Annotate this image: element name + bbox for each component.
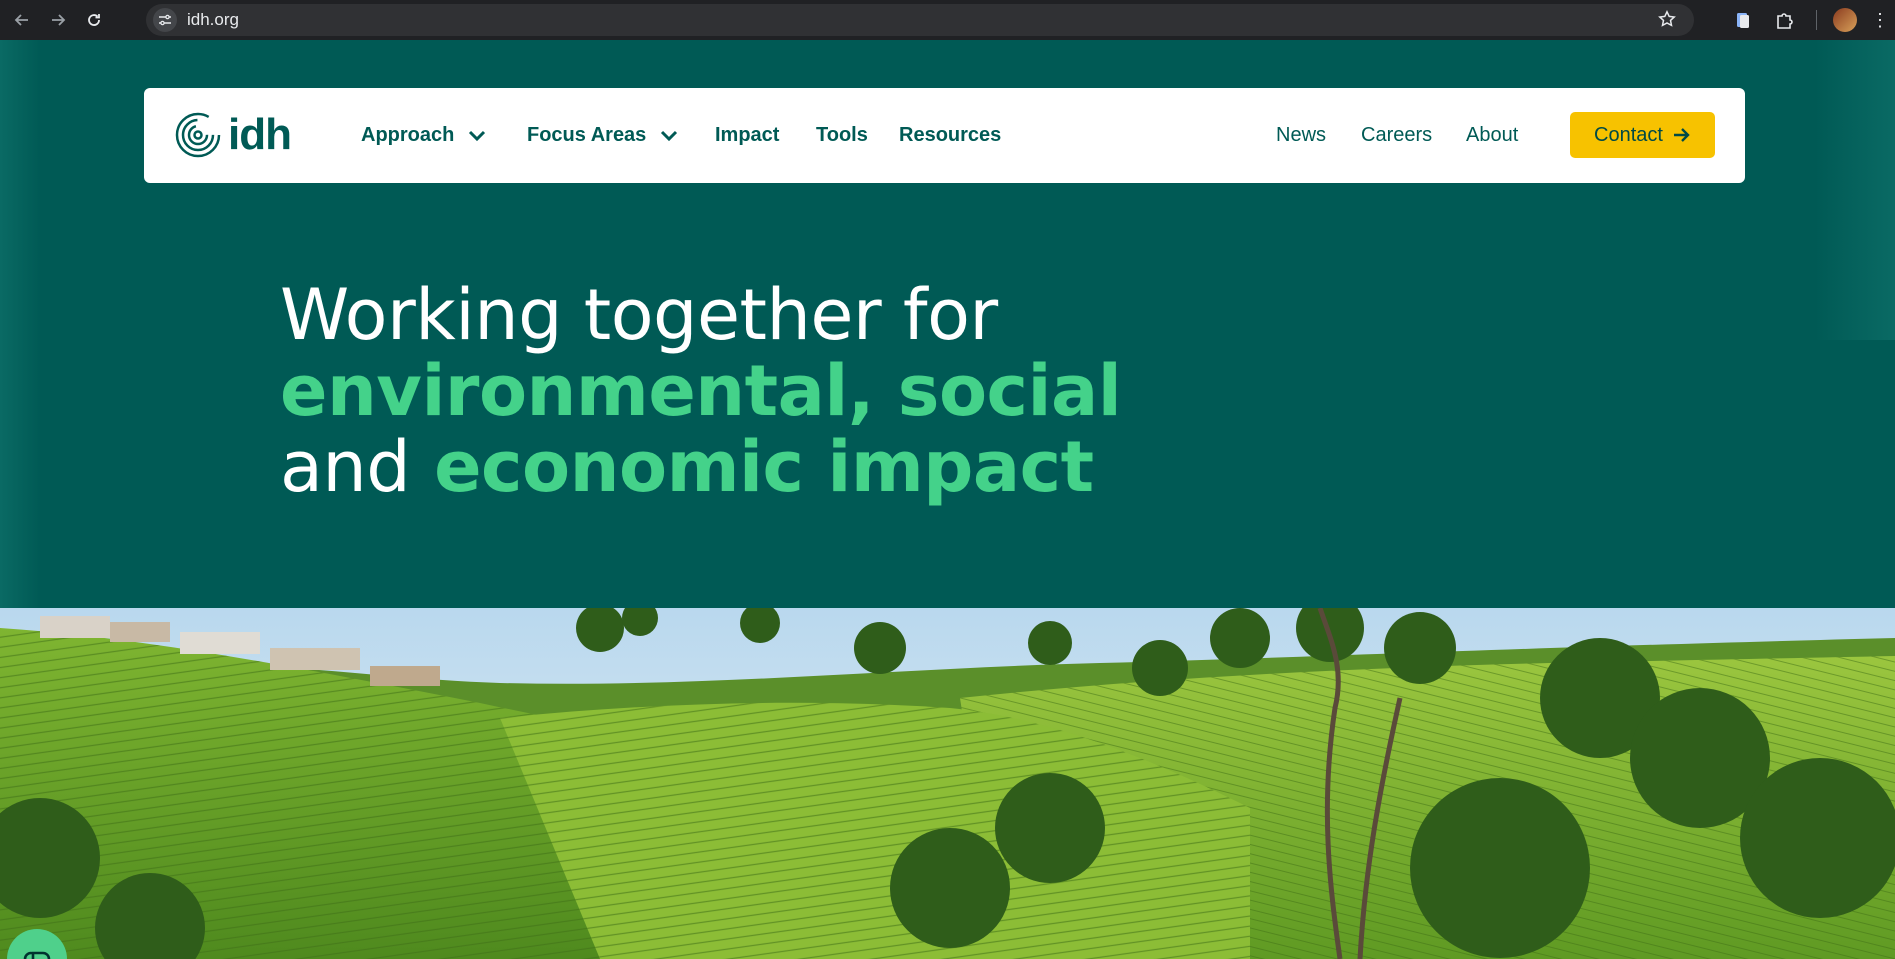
url-text[interactable]: idh.org [187, 10, 239, 30]
contact-label: Contact [1594, 123, 1663, 146]
toolbar-divider [1816, 10, 1817, 30]
nav-item-label: Resources [899, 124, 1002, 146]
back-button[interactable] [8, 6, 36, 34]
reload-icon [88, 14, 100, 26]
address-bar[interactable]: idh.org [146, 4, 1694, 36]
site-info-icon[interactable] [153, 8, 177, 32]
nav-link-about[interactable]: About [1466, 124, 1518, 147]
forward-button[interactable] [44, 6, 72, 34]
extensions-area: ⋮ [1732, 0, 1895, 40]
menu-dots-icon[interactable]: ⋮ [1871, 10, 1889, 31]
nav-item-resources[interactable]: Resources [899, 124, 1001, 147]
hero-line-2: environmental, social [280, 350, 1122, 432]
nav-item-label: Focus Areas [527, 124, 647, 146]
nav-item-focus-areas[interactable]: Focus Areas [527, 124, 678, 147]
nav-link-news[interactable]: News [1276, 124, 1326, 147]
logo-text: idh [228, 110, 292, 159]
nav-item-approach[interactable]: Approach [361, 124, 486, 147]
chevron-down-icon [469, 130, 486, 141]
hero-landscape-image [0, 608, 1895, 959]
idh-logo[interactable]: idh [174, 110, 292, 160]
contact-button[interactable]: Contact [1570, 112, 1715, 158]
chevron-down-icon [661, 130, 678, 141]
nav-item-impact[interactable]: Impact [715, 124, 779, 147]
arrow-right-icon [52, 14, 66, 26]
arrow-left-icon [14, 14, 28, 26]
nav-item-label: Approach [361, 124, 455, 146]
puzzle-icon[interactable] [1774, 9, 1796, 31]
browser-toolbar: idh.org ⋮ [0, 0, 1895, 40]
nav-item-label: Impact [715, 124, 780, 146]
page-content: idh Approach Focus Areas Impact Tools Re… [0, 40, 1895, 959]
nav-item-tools[interactable]: Tools [816, 124, 868, 147]
hero-heading: Working together for environmental, soci… [280, 277, 1180, 505]
arrow-right-icon [1673, 128, 1690, 142]
background-texture [0, 40, 40, 610]
background-texture-right [1815, 40, 1895, 340]
hero-line-3-plain: and [280, 426, 411, 508]
hero-line-1: Working together for [280, 274, 998, 356]
chat-loop-icon [23, 951, 51, 959]
star-icon[interactable] [1658, 10, 1676, 33]
profile-avatar[interactable] [1833, 8, 1857, 32]
nav-link-careers[interactable]: Careers [1361, 124, 1432, 147]
extension-files-icon[interactable] [1732, 9, 1754, 31]
hero-line-3: and economic impact [280, 429, 1180, 505]
reload-button[interactable] [80, 6, 108, 34]
hero-line-3-accent: economic impact [434, 426, 1094, 508]
site-navbar: idh Approach Focus Areas Impact Tools Re… [144, 88, 1745, 183]
nav-item-label: Tools [816, 124, 868, 146]
idh-spiral-icon [175, 112, 221, 158]
